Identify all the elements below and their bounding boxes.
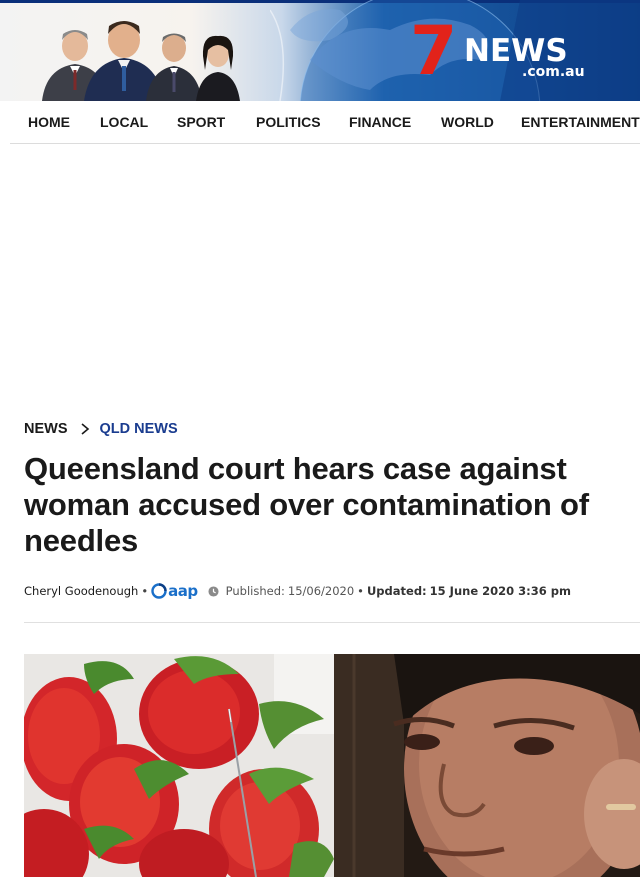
published-label: Published:	[225, 584, 285, 598]
author-link[interactable]: Cheryl Goodenough	[24, 584, 138, 598]
article-byline: Cheryl Goodenough • aap Published: 15/06…	[24, 580, 571, 602]
clock-icon	[208, 585, 219, 597]
logo-news: NEWS	[464, 33, 568, 69]
presenters-image	[42, 21, 240, 101]
byline-separator: •	[357, 584, 364, 598]
aap-mark-icon	[151, 583, 167, 599]
breadcrumb: NEWS QLD NEWS	[24, 418, 178, 440]
nav-item-local[interactable]: LOCAL	[100, 101, 148, 143]
nav-item-politics[interactable]: POLITICS	[256, 101, 321, 143]
aap-logo-text: aap	[168, 582, 198, 600]
byline-separator: •	[141, 584, 149, 598]
nav-item-world[interactable]: WORLD	[441, 101, 494, 143]
logo-seven: 7	[410, 12, 457, 91]
main-nav: HOME LOCAL SPORT POLITICS FINANCE WORLD …	[10, 101, 640, 144]
updated-label: Updated:	[366, 584, 427, 598]
nav-item-sport[interactable]: SPORT	[177, 101, 225, 143]
breadcrumb-qld-news[interactable]: QLD NEWS	[100, 418, 178, 440]
nav-item-entertainment[interactable]: ENTERTAINMENT	[521, 101, 640, 143]
article-headline: Queensland court hears case against woma…	[24, 451, 589, 558]
nav-item-finance[interactable]: FINANCE	[349, 101, 411, 143]
article-hero-image[interactable]	[24, 654, 640, 877]
breadcrumb-news[interactable]: NEWS	[24, 418, 68, 440]
nav-item-home[interactable]: HOME	[28, 101, 70, 143]
updated-date: 15 June 2020 3:36 pm	[429, 584, 571, 598]
aap-logo[interactable]: aap	[151, 582, 198, 600]
7news-logo[interactable]: 7 NEWS .com.au	[410, 12, 610, 92]
chevron-right-icon	[80, 423, 89, 435]
byline-divider	[24, 622, 640, 623]
strawberries-with-needle-image	[24, 654, 334, 877]
site-banner: 7 NEWS .com.au	[0, 0, 640, 101]
published-date: 15/06/2020	[287, 584, 355, 598]
logo-domain: .com.au	[522, 64, 585, 80]
woman-portrait-image	[334, 654, 640, 877]
